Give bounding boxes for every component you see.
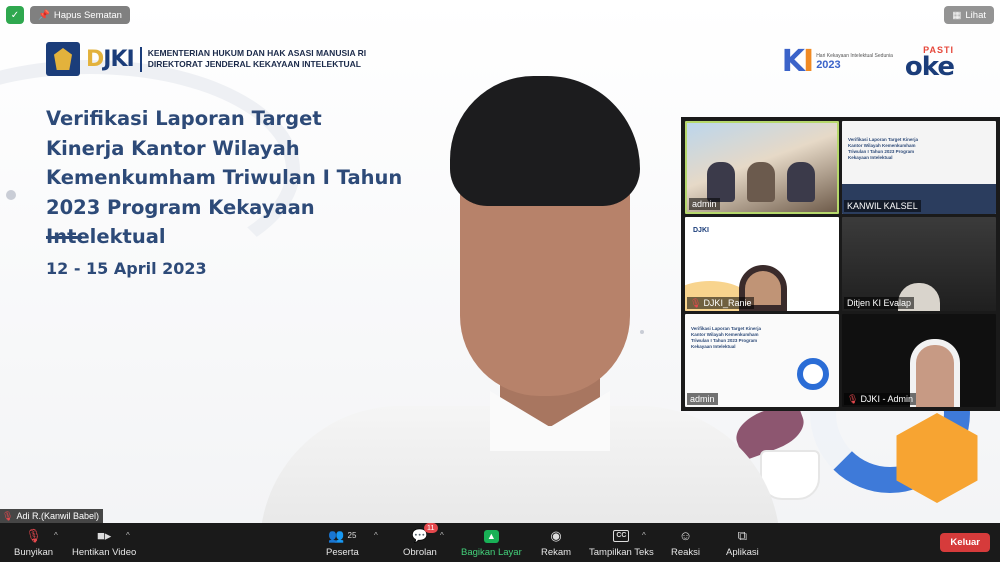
closed-captions-icon: CC — [613, 527, 630, 545]
ministry-line-2: DIREKTORAT JENDERAL KEKAYAAN INTELEKTUAL — [147, 59, 361, 69]
unmute-button[interactable]: 🎙 Bunyikan — [14, 527, 53, 558]
chat-label: Obrolan — [403, 547, 437, 558]
chat-button[interactable]: 💬 11 Obrolan — [403, 523, 438, 558]
participant-tile[interactable]: Verifikasi Laporan Target Kinerja Kantor… — [842, 121, 996, 215]
slide-date: 12 - 15 April 2023 — [46, 259, 207, 278]
participant-name: 🎙 DJKI - Admin — [844, 393, 916, 405]
chevron-up-icon[interactable]: ^ — [374, 531, 378, 540]
chat-badge: 11 — [423, 523, 438, 533]
main-video-stage: DDJKIJKI KEMENTERIAN HUKUM DAN HAK ASASI… — [0, 0, 1000, 523]
participant-name: Ditjen KI Evalap — [844, 296, 915, 309]
record-icon: ◉ — [550, 528, 562, 543]
apps-button[interactable]: ⧉ Aplikasi — [726, 527, 759, 558]
ministry-line-1: KEMENTERIAN HUKUM DAN HAK ASASI MANUSIA … — [147, 48, 367, 58]
apps-icon: ⧉ — [737, 528, 748, 543]
record-label: Rekam — [541, 547, 572, 558]
smiley-add-icon: ☺ — [678, 528, 693, 543]
mic-off-icon: 🎙 — [2, 510, 14, 521]
event-logos: KI Hari Kekayaan Intelektual Sedunia 202… — [782, 44, 955, 82]
view-button[interactable]: ▦ Lihat — [944, 6, 994, 24]
chevron-up-icon[interactable]: ^ — [642, 531, 646, 540]
participant-name: admin — [689, 198, 720, 211]
mini-slide-title: Verifikasi Laporan Target Kinerja Kantor… — [848, 137, 918, 160]
participant-name: KANWIL KALSEL — [844, 200, 921, 213]
mini-slide-title: Verifikasi Laporan Target Kinerja Kantor… — [691, 325, 761, 349]
mic-off-icon: 🎙 — [690, 297, 702, 308]
chevron-up-icon[interactable]: ^ — [54, 531, 58, 540]
stop-video-label: Hentikan Video — [72, 547, 137, 558]
meeting-toolbar: 🎙 Bunyikan ^ ■▸ Hentikan Video ^ 👥 25 Pes… — [0, 523, 1000, 562]
participants-button[interactable]: 👥 25 Peserta — [326, 527, 359, 558]
mini-djki-logo: DJKI — [693, 227, 709, 235]
oke-text: oke — [904, 51, 955, 82]
participant-person — [707, 162, 735, 203]
unpin-label: Hapus Sematan — [53, 9, 122, 21]
participant-person — [747, 162, 775, 203]
ki-text: Hari Kekayaan Intelektual Sedunia — [816, 52, 893, 59]
unmute-label: Bunyikan — [14, 547, 54, 558]
share-screen-button[interactable]: ▲ Bagikan Layar — [461, 527, 522, 558]
pasti-oke-logo: PASTI oke — [904, 45, 955, 82]
participant-tile[interactable]: Ditjen KI Evalap — [842, 217, 996, 311]
mic-off-icon: 🎙 — [847, 394, 859, 404]
video-camera-icon: ■▸ — [96, 528, 112, 543]
ministry-name: KEMENTERIAN HUKUM DAN HAK ASASI MANUSIA … — [148, 48, 366, 70]
reactions-label: Reaksi — [671, 547, 701, 558]
hari-ki-logo: KI Hari Kekayaan Intelektual Sedunia 202… — [782, 44, 893, 79]
chat-icon: 💬 11 — [412, 523, 438, 545]
speaker-name: Adi R.(Kanwil Babel) — [16, 511, 99, 521]
djki-logo: DDJKIJKI — [86, 46, 142, 72]
speaker-name-tag: 🎙 Adi R.(Kanwil Babel) — [0, 509, 103, 523]
participant-person — [787, 162, 815, 203]
grid-icon: ▦ — [952, 9, 962, 21]
ki-mark: KI — [781, 44, 814, 79]
mic-off-icon: 🎙 — [25, 528, 42, 543]
ki-year: 2023 — [816, 58, 841, 71]
view-label: Lihat — [965, 9, 986, 21]
chevron-up-icon[interactable]: ^ — [440, 531, 444, 540]
participant-tile[interactable]: admin — [685, 121, 839, 215]
shield-check-icon[interactable]: ✓ — [6, 6, 24, 24]
participant-tile[interactable]: DJKI 🎙 DJKI_Ranie — [685, 217, 839, 311]
garuda-emblem-icon — [46, 42, 80, 76]
participant-person — [910, 339, 960, 407]
participant-gallery: admin Verifikasi Laporan Target Kinerja … — [681, 117, 1000, 411]
captions-label: Tampilkan Teks — [589, 547, 654, 558]
participant-name: 🎙 DJKI_Ranie — [687, 296, 755, 309]
reactions-button[interactable]: ☺ Reaksi — [671, 527, 700, 558]
apps-label: Aplikasi — [726, 547, 759, 558]
share-screen-label: Bagikan Layar — [461, 547, 522, 558]
participants-label: Peserta — [326, 547, 359, 558]
participants-count: 25 — [347, 531, 357, 540]
participant-tile[interactable]: Verifikasi Laporan Target Kinerja Kantor… — [685, 313, 839, 407]
leave-button[interactable]: Keluar — [940, 533, 990, 552]
participants-icon: 👥 25 — [328, 528, 357, 543]
participant-tile[interactable]: 🎙 DJKI - Admin — [842, 313, 996, 407]
slide-decoration-dot — [6, 190, 16, 200]
chevron-up-icon[interactable]: ^ — [126, 531, 130, 540]
target-graphic-icon — [797, 357, 829, 390]
pin-icon: 📌 — [38, 9, 50, 21]
participant-name: admin — [687, 393, 718, 405]
ministry-logo-block: DDJKIJKI KEMENTERIAN HUKUM DAN HAK ASASI… — [46, 42, 366, 76]
record-button[interactable]: ◉ Rekam — [541, 527, 571, 558]
slide-divider — [46, 236, 82, 239]
share-screen-icon: ▲ — [483, 527, 499, 545]
speaker-hair — [450, 76, 640, 206]
unpin-button[interactable]: 📌 Hapus Sematan — [30, 6, 130, 24]
